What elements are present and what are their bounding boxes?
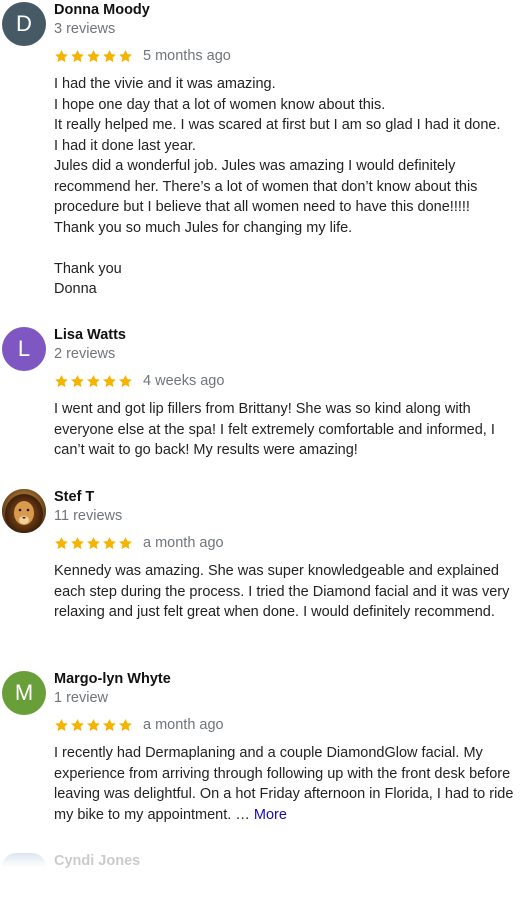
review-time: 5 months ago [143, 48, 231, 64]
avatar[interactable]: L [2, 327, 46, 371]
stars [54, 374, 133, 389]
star-rating: 4 weeks ago [54, 371, 224, 391]
review-time: 4 weeks ago [143, 373, 225, 389]
star-icon [103, 718, 116, 731]
star-icon [119, 49, 132, 62]
avatar-letter: D [16, 11, 32, 36]
avatar-letter: L [17, 336, 31, 361]
star-icon [55, 49, 68, 62]
reviewer-name[interactable]: Cyndi Jones [54, 853, 140, 869]
star-icon [103, 536, 116, 549]
stars [54, 718, 133, 733]
avatar[interactable]: D [2, 2, 46, 46]
star-rating: a month ago [54, 533, 224, 553]
reviewer-review-count: 11 reviews [54, 508, 123, 524]
star-icon [87, 718, 100, 731]
star-icon [71, 49, 84, 62]
reviewer-name[interactable]: Margo-lyn Whyte [54, 671, 171, 687]
star-icon [119, 536, 132, 549]
review-text: I recently had Dermaplaning and a couple… [54, 743, 516, 825]
lion-photo-icon [2, 489, 46, 533]
reviewer-review-count: 3 reviews [54, 21, 116, 37]
star-icon [71, 374, 84, 387]
star-icon [71, 718, 84, 731]
star-icon [119, 718, 132, 731]
more-link[interactable]: More [254, 807, 287, 823]
review-text: I had the vivie and it was amazing. I ho… [54, 76, 501, 297]
reviewer-review-count: 2 reviews [54, 346, 116, 362]
star-rating: 5 months ago [54, 46, 231, 66]
star-icon [55, 536, 68, 549]
avatar[interactable] [2, 489, 46, 533]
star-icon [87, 374, 100, 387]
reviewer-review-count: 1 review [54, 690, 108, 706]
star-icon [71, 536, 84, 549]
avatar-letter: M [14, 680, 34, 705]
review-time: a month ago [143, 535, 224, 551]
reviewer-name[interactable]: Donna Moody [54, 2, 150, 18]
stars [54, 49, 133, 64]
reviewer-name[interactable]: Stef T [54, 489, 94, 505]
review-text: Kennedy was amazing. She was super knowl… [54, 563, 510, 620]
star-icon [103, 374, 116, 387]
star-icon [119, 374, 132, 387]
star-icon [87, 49, 100, 62]
stars [54, 536, 133, 551]
star-icon [55, 374, 68, 387]
review-text: I went and got lip fillers from Brittany… [54, 401, 495, 458]
reviewer-name[interactable]: Lisa Watts [54, 327, 126, 343]
star-rating: a month ago [54, 715, 224, 735]
star-icon [87, 536, 100, 549]
star-icon [55, 718, 68, 731]
avatar[interactable] [2, 853, 46, 867]
star-icon [103, 49, 116, 62]
avatar[interactable]: M [2, 671, 46, 715]
review-time: a month ago [143, 717, 224, 733]
